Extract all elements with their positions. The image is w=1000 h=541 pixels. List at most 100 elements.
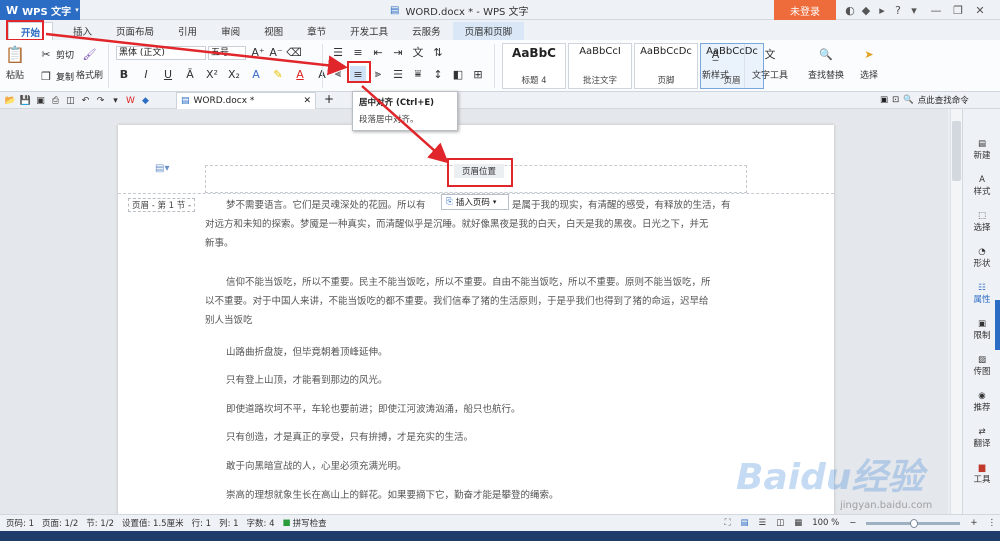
numbered-list-icon[interactable]: ≡ — [350, 44, 366, 60]
font-size-select[interactable]: 五号 — [208, 46, 246, 60]
highlight-icon[interactable]: ✎ — [270, 66, 286, 82]
preview-icon[interactable]: ◫ — [64, 94, 77, 107]
redo-icon[interactable]: ↷ — [94, 94, 107, 107]
style-comment-text[interactable]: AaBbCcI 批注文字 — [568, 43, 632, 89]
find-replace-button[interactable]: 🔍 查找替换 — [808, 46, 844, 82]
close-icon[interactable]: ✕ — [972, 2, 988, 18]
underline-icon[interactable]: U — [160, 66, 176, 82]
clear-format-icon[interactable]: ⌫ — [286, 44, 302, 60]
tab-section[interactable]: 章节 — [295, 22, 338, 40]
italic-icon[interactable]: I — [138, 66, 154, 82]
sort-icon[interactable]: ⇅ — [430, 44, 446, 60]
text-tools-button[interactable]: 文 文字工具 — [752, 46, 788, 81]
tab-view[interactable]: 视图 — [252, 22, 295, 40]
wps-home-icon[interactable]: W — [124, 94, 137, 107]
display-icon[interactable]: ▣ — [880, 95, 888, 105]
header-options-icon[interactable]: ▤▾ — [155, 163, 169, 174]
tab-review[interactable]: 审阅 — [209, 22, 252, 40]
increase-indent-icon[interactable]: ⇥ — [390, 44, 406, 60]
web-view-icon[interactable]: ◫ — [776, 518, 784, 528]
scroll-thumb[interactable] — [952, 121, 961, 181]
restore-icon[interactable]: ❐ — [950, 2, 966, 18]
tab-header-footer[interactable]: 页眉和页脚 — [452, 22, 525, 40]
wps-menu-button[interactable]: W WPS 文字 ▾ — [0, 0, 80, 20]
font-name-select[interactable]: 黑体 (正文) — [116, 46, 206, 60]
bold-icon[interactable]: B — [116, 66, 132, 82]
vertical-scrollbar[interactable] — [950, 109, 962, 514]
new-tab-icon[interactable]: + — [324, 92, 334, 106]
subscript-icon[interactable]: X₂ — [226, 66, 242, 82]
share-icon[interactable]: ◆ — [858, 2, 874, 18]
tab-insert[interactable]: 插入 — [61, 22, 104, 40]
grow-font-icon[interactable]: A⁺ — [250, 44, 266, 60]
reading-view-icon[interactable]: ▦ — [794, 518, 802, 528]
zoom-slider[interactable] — [866, 518, 961, 528]
panel-select[interactable]: ⬚ 选择 — [963, 211, 1000, 233]
style-heading4[interactable]: AaBbC 标题 4 — [502, 43, 566, 89]
new-style-button[interactable]: A̲ 新样式 — [702, 46, 729, 82]
cloud-icon[interactable]: ◆ — [139, 94, 152, 107]
tab-references[interactable]: 引用 — [166, 22, 209, 40]
panel-translate[interactable]: ⇄ 翻译 — [963, 427, 1000, 449]
font-color-icon[interactable]: A — [292, 66, 308, 82]
print-icon[interactable]: ⎙ — [49, 94, 62, 107]
line-spacing-icon[interactable]: ↕ — [430, 66, 446, 82]
justify-icon[interactable]: ☰ — [390, 66, 406, 82]
menu-icon[interactable]: ▾ — [906, 2, 922, 18]
align-left-icon[interactable]: ⫷ — [330, 66, 346, 82]
page-view-icon[interactable]: ▤ — [741, 518, 749, 528]
zoom-in-icon[interactable]: + — [970, 518, 977, 528]
feedback-icon[interactable]: ▸ — [874, 2, 890, 18]
spellcheck-toggle[interactable]: ■ 拼写检查 — [283, 517, 327, 529]
style-footer[interactable]: AaBbCcDc 页脚 — [634, 43, 698, 89]
zoom-level[interactable]: 100 % — [812, 518, 839, 528]
save-icon[interactable]: 💾 — [19, 94, 32, 107]
strikethrough-icon[interactable]: Ā — [182, 66, 198, 82]
panel-shapes[interactable]: ◔ 形状 — [963, 247, 1000, 269]
zoom-out-icon[interactable]: − — [849, 518, 856, 528]
minimize-icon[interactable]: — — [928, 2, 944, 18]
insert-page-number-button[interactable]: ⎘ 插入页码 ▾ — [441, 194, 509, 210]
select-button[interactable]: ➤ 选择 — [860, 46, 878, 82]
panel-upload-image[interactable]: ▨ 传图 — [963, 355, 1000, 377]
distribute-icon[interactable]: ⩸ — [410, 66, 426, 82]
command-search-input[interactable]: 点此查找命令 — [918, 94, 969, 106]
skin-icon[interactable]: ◐ — [842, 2, 858, 18]
status-words[interactable]: 字数: 4 — [247, 517, 275, 529]
cut-button[interactable]: ✂ 剪切 — [38, 46, 74, 62]
tab-page-layout[interactable]: 页面布局 — [104, 22, 166, 40]
chinese-layout-icon[interactable]: 文 — [410, 44, 426, 60]
borders-icon[interactable]: ⊞ — [470, 66, 486, 82]
align-right-icon[interactable]: ⫸ — [370, 66, 386, 82]
outline-view-icon[interactable]: ☰ — [759, 518, 767, 528]
paste-button[interactable]: 📋 粘贴 — [5, 45, 25, 82]
status-section: 节: 1/2 — [86, 519, 114, 529]
export-icon[interactable]: ▣ — [34, 94, 47, 107]
bullet-list-icon[interactable]: ☰ — [330, 44, 346, 60]
panel-collapse-handle[interactable] — [995, 300, 1000, 350]
undo-icon[interactable]: ↶ — [79, 94, 92, 107]
close-tab-icon[interactable]: ✕ — [303, 96, 311, 106]
text-effect-icon[interactable]: A — [248, 66, 264, 82]
format-painter-button[interactable]: 🖌 格式刷 — [76, 46, 103, 82]
panel-new[interactable]: ▤ 新建 — [963, 139, 1000, 161]
help-icon[interactable]: ? — [890, 2, 906, 18]
tab-developer[interactable]: 开发工具 — [338, 22, 400, 40]
decrease-indent-icon[interactable]: ⇤ — [370, 44, 386, 60]
panel-tools[interactable]: ▆ 工具 — [963, 463, 1000, 485]
pin-icon[interactable]: ⊡ — [892, 95, 899, 105]
panel-styles[interactable]: A 样式 — [963, 175, 1000, 197]
tab-cloud[interactable]: 云服务 — [400, 22, 453, 40]
login-button[interactable]: 未登录 — [774, 0, 836, 20]
shading-icon[interactable]: ◧ — [450, 66, 466, 82]
superscript-icon[interactable]: X² — [204, 66, 220, 82]
fullscreen-icon[interactable]: ⛶ — [725, 518, 731, 528]
status-menu-icon[interactable]: ⋮ — [988, 518, 997, 528]
panel-recommend[interactable]: ◉ 推荐 — [963, 391, 1000, 413]
customize-icon[interactable]: ▾ — [109, 94, 122, 107]
copy-button[interactable]: ❐ 复制 — [38, 68, 74, 84]
open-icon[interactable]: 📂 — [4, 94, 17, 107]
document-tab[interactable]: ▤ WORD.docx * ✕ — [176, 92, 316, 109]
shrink-font-icon[interactable]: A⁻ — [268, 44, 284, 60]
zoom-slider-thumb[interactable] — [910, 518, 919, 528]
